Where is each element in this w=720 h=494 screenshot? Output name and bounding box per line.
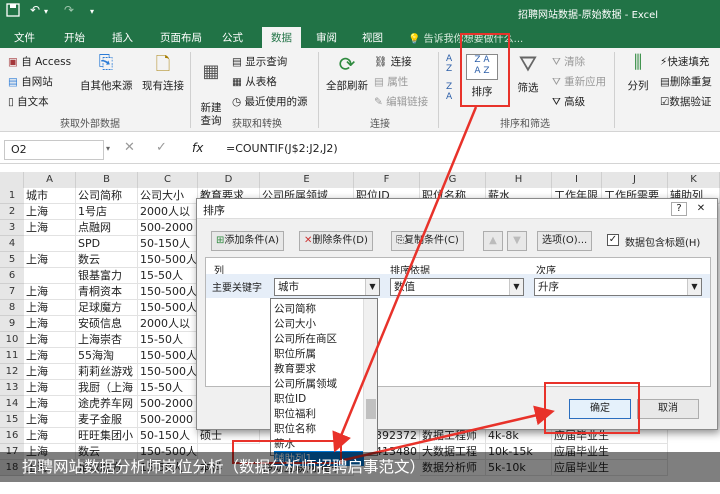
caption-overlay: 招聘网站数据分析师岗位分析（数据分析师招聘启事范文） [0,452,720,482]
arrow-sort-to-helper [332,106,478,453]
annotation-arrows [332,106,555,462]
